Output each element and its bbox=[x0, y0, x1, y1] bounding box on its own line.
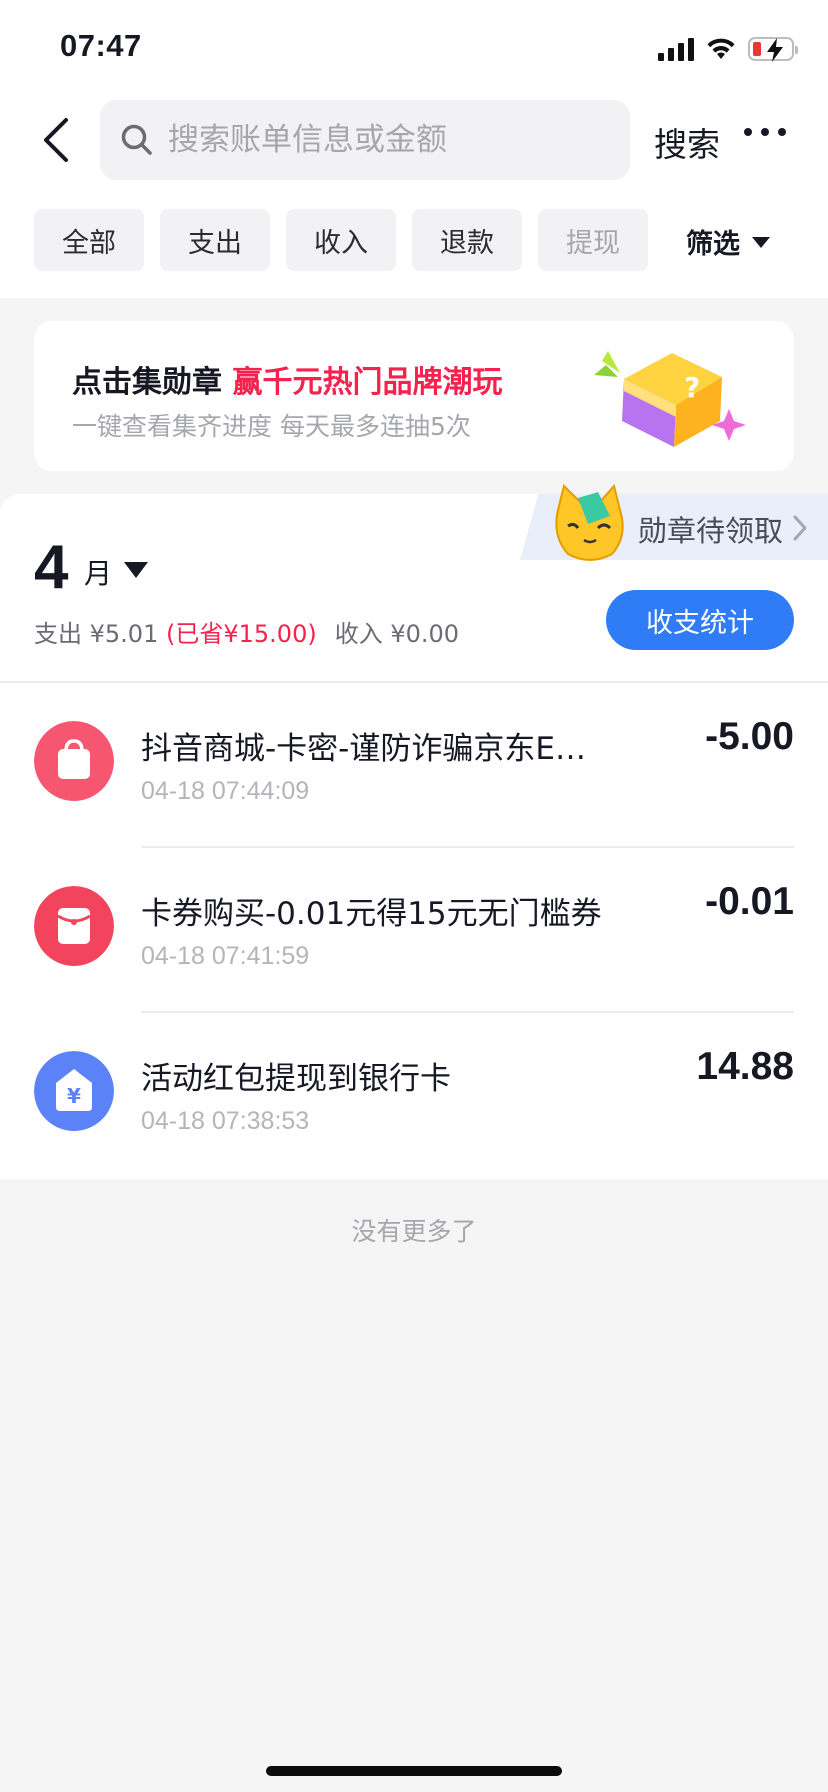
transaction-time: 04-18 07:38:53 bbox=[141, 1107, 310, 1135]
bill-list-page: 07:47 搜索账单信息或金额 搜索 全部 支出 收入 退款 提现 筛选 点击集… bbox=[0, 0, 828, 1792]
house-yuan-icon: ¥ bbox=[34, 1051, 114, 1131]
income-label: 收入 bbox=[334, 620, 383, 648]
tab-withdraw[interactable]: 提现 bbox=[538, 209, 648, 271]
banner-title: 点击集勋章 赢千元热门品牌潮玩 bbox=[72, 357, 502, 401]
month-unit[interactable]: 月 bbox=[84, 552, 112, 592]
top-bar: 07:47 搜索账单信息或金额 搜索 全部 支出 收入 退款 提现 筛选 bbox=[0, 0, 828, 298]
month-dropdown-icon[interactable] bbox=[124, 562, 148, 578]
banner-title-highlight: 赢千元热门品牌潮玩 bbox=[232, 365, 503, 400]
transaction-amount: -5.00 bbox=[705, 715, 794, 758]
medal-banner[interactable]: 点击集勋章 赢千元热门品牌潮玩 一键查看集齐进度 每天最多连抽5次 ? bbox=[34, 321, 794, 471]
more-options-icon[interactable] bbox=[744, 128, 786, 136]
filter-button[interactable]: 筛选 bbox=[686, 222, 770, 261]
tab-refund[interactable]: 退款 bbox=[412, 209, 522, 271]
transaction-title: 活动红包提现到银行卡 bbox=[141, 1061, 451, 1097]
cat-mascot-icon bbox=[555, 483, 624, 561]
back-button[interactable] bbox=[36, 112, 80, 168]
battery-icon bbox=[748, 37, 798, 62]
svg-text:?: ? bbox=[684, 371, 700, 404]
tab-expense[interactable]: 支出 bbox=[160, 209, 270, 271]
signal-icon bbox=[658, 37, 694, 61]
transaction-row[interactable]: 卡券购买-0.01元得15元无门槛券 04-18 07:41:59 -0.01 bbox=[0, 848, 828, 1013]
transaction-amount: -0.01 bbox=[705, 880, 794, 923]
mystery-box-icon: ? bbox=[594, 351, 746, 447]
search-input[interactable] bbox=[168, 122, 608, 158]
search-icon bbox=[121, 124, 152, 155]
saved-amount: (已省¥15.00) bbox=[166, 620, 317, 648]
filter-label: 筛选 bbox=[686, 229, 740, 260]
stats-button[interactable]: 收支统计 bbox=[606, 590, 794, 650]
expense-value: ¥5.01 bbox=[89, 620, 159, 648]
transaction-row[interactable]: ¥ 活动红包提现到银行卡 04-18 07:38:53 14.88 bbox=[0, 1013, 828, 1178]
red-envelope-icon bbox=[34, 886, 114, 966]
transaction-list: 抖音商城-卡密-谨防诈骗京东E… 04-18 07:44:09 -5.00 卡券… bbox=[0, 683, 828, 1179]
status-time: 07:47 bbox=[60, 28, 142, 63]
no-more-text: 没有更多了 bbox=[351, 1217, 477, 1246]
wifi-icon bbox=[707, 38, 735, 59]
transaction-time: 04-18 07:44:09 bbox=[141, 777, 310, 805]
dropdown-triangle-icon bbox=[752, 237, 770, 248]
medal-claim-label: 勋章待领取 bbox=[638, 514, 784, 548]
shopping-bag-icon bbox=[34, 721, 114, 801]
income-value: ¥0.00 bbox=[390, 620, 460, 648]
month-totals: 支出 ¥5.01 (已省¥15.00) 收入 ¥0.00 bbox=[34, 614, 459, 649]
expense-label: 支出 bbox=[34, 620, 82, 648]
tab-all[interactable]: 全部 bbox=[34, 209, 144, 271]
banner-title-prefix: 点击集勋章 bbox=[72, 365, 222, 400]
transaction-row[interactable]: 抖音商城-卡密-谨防诈骗京东E… 04-18 07:44:09 -5.00 bbox=[0, 683, 828, 848]
chevron-right-icon bbox=[793, 515, 807, 541]
transaction-amount: 14.88 bbox=[696, 1045, 794, 1088]
tab-income[interactable]: 收入 bbox=[286, 209, 396, 271]
search-box[interactable] bbox=[100, 100, 630, 180]
filter-tabs: 全部 支出 收入 退款 提现 bbox=[34, 209, 648, 271]
banner-subtitle: 一键查看集齐进度 每天最多连抽5次 bbox=[72, 412, 471, 441]
transaction-title: 卡券购买-0.01元得15元无门槛券 bbox=[141, 896, 602, 932]
transaction-title: 抖音商城-卡密-谨防诈骗京东E… bbox=[141, 731, 586, 767]
transaction-time: 04-18 07:41:59 bbox=[141, 942, 310, 970]
search-button[interactable]: 搜索 bbox=[654, 118, 720, 166]
home-indicator bbox=[266, 1766, 562, 1776]
month-number[interactable]: 4 bbox=[34, 532, 68, 603]
status-icons bbox=[658, 34, 798, 64]
svg-text:¥: ¥ bbox=[67, 1084, 81, 1108]
